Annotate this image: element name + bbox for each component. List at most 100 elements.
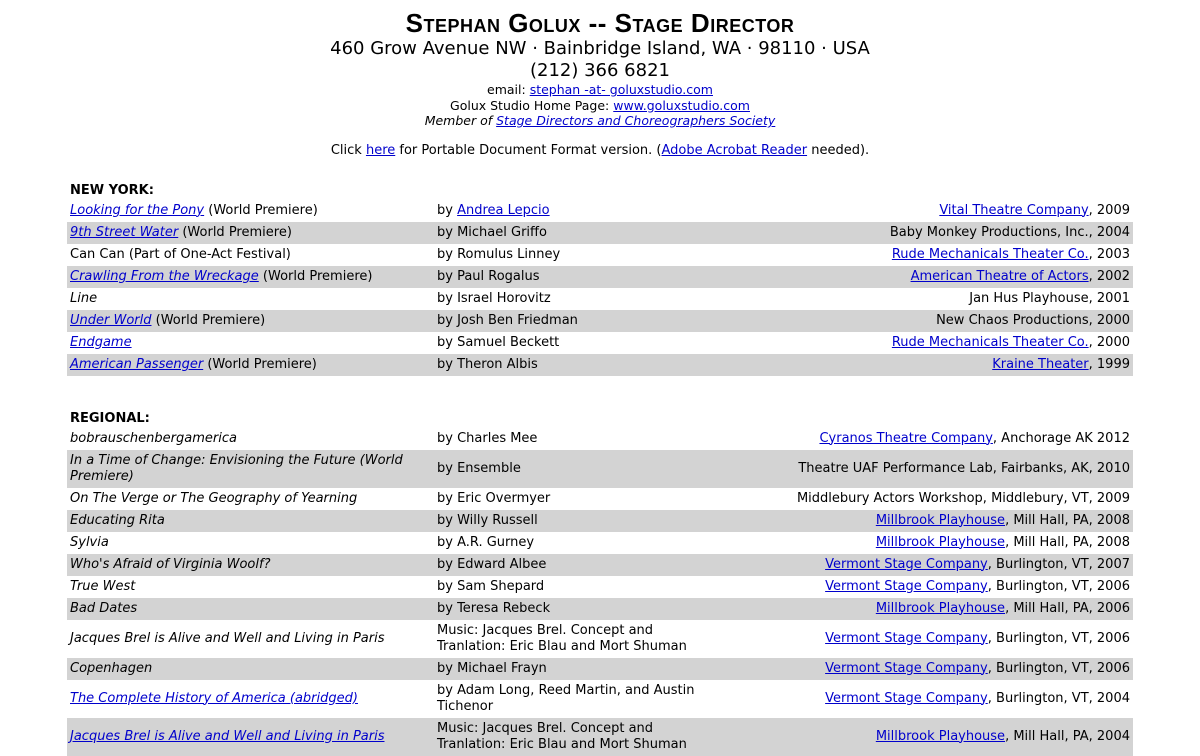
venue-link[interactable]: American Theatre of Actors <box>911 269 1089 284</box>
venue-suffix: , Mill Hall, PA, 2008 <box>1005 512 1130 528</box>
venue-cell: Vital Theatre Company, 2009 <box>720 199 1133 222</box>
table-row: On The Verge or The Geography of Yearnin… <box>67 487 1133 510</box>
author-text: by Sam Shepard <box>437 578 545 594</box>
play-title: Sylvia <box>70 534 109 550</box>
author-text: by Paul Rogalus <box>437 268 540 284</box>
table-row: Line by Israel Horovitz Jan Hus Playhouse,… <box>67 287 1133 310</box>
play-note: (Part of One-Act Festival) <box>128 246 291 262</box>
author-cell: by Teresa Rebeck <box>434 597 720 620</box>
venue-suffix: , Burlington, VT, 2006 <box>987 578 1130 594</box>
author-text: Music: Jacques Brel. Concept and Tranlat… <box>437 720 687 752</box>
venue-cell: Kraine Theater, 1999 <box>720 353 1133 376</box>
play-cell: American Passenger (World Premiere) <box>67 353 434 376</box>
venue-link[interactable]: Rude Mechanicals Theater Co. <box>892 335 1089 350</box>
venue-cell: Vermont Stage Company, Burlington, VT, 2… <box>720 619 1133 658</box>
pdf-link[interactable]: here <box>366 143 395 158</box>
play-link[interactable]: Crawling From the Wreckage <box>70 269 259 284</box>
author-cell: by Andrea Lepcio <box>434 199 720 222</box>
venue-cell: Jan Hus Playhouse, 2001 <box>720 287 1133 310</box>
author-text: by <box>437 202 453 218</box>
production-sections: NEW YORK: Looking for the Pony (World Pre… <box>0 183 1200 756</box>
email-label: email: <box>487 82 526 97</box>
member-link[interactable]: Stage Directors and Choreographers Socie… <box>496 113 775 128</box>
author-cell: by Willy Russell <box>434 509 720 532</box>
table-row: Bad Dates by Teresa Rebeck Millbrook Playh… <box>67 597 1133 620</box>
play-cell: Jacques Brel is Alive and Well and Livin… <box>67 717 434 756</box>
venue-suffix: , Mill Hall, PA, 2008 <box>1005 534 1130 550</box>
table-row: Under World (World Premiere) by Josh Ben … <box>67 309 1133 332</box>
play-link[interactable]: Jacques Brel is Alive and Well and Livin… <box>70 729 385 744</box>
play-link[interactable]: Looking for the Pony <box>70 203 204 218</box>
email-line: email: stephan -at- goluxstudio.com <box>0 82 1200 98</box>
section-regional: REGIONAL: bobrauschenbergamerica by Charle… <box>67 411 1133 756</box>
venue-cell: Vermont Stage Company, Burlington, VT, 2… <box>720 679 1133 718</box>
table-row: Crawling From the Wreckage (World Premie… <box>67 265 1133 288</box>
venue-link[interactable]: Rude Mechanicals Theater Co. <box>892 247 1089 262</box>
table-row: Educating Rita by Willy Russell Millbrook … <box>67 509 1133 532</box>
play-note: (World Premiere) <box>182 224 292 240</box>
play-note: (World Premiere) <box>262 268 373 284</box>
play-cell: Jacques Brel is Alive and Well and Livin… <box>67 619 434 658</box>
author-text: by Teresa Rebeck <box>437 600 551 616</box>
venue-link[interactable]: Millbrook Playhouse <box>876 601 1005 616</box>
section-title: NEW YORK: <box>70 182 154 198</box>
author-cell: by Ensemble <box>434 449 720 488</box>
venue-link[interactable]: Vital Theatre Company <box>939 203 1088 218</box>
author-cell: by Michael Frayn <box>434 657 720 680</box>
play-link[interactable]: American Passenger <box>70 357 203 372</box>
author-cell: by Eric Overmyer <box>434 487 720 510</box>
email-link[interactable]: stephan -at- goluxstudio.com <box>530 82 713 97</box>
author-link[interactable]: Andrea Lepcio <box>457 203 550 218</box>
play-title: True West <box>70 578 136 594</box>
pdf-middle: for Portable Document Format version. ( <box>399 142 662 158</box>
play-cell: Bad Dates <box>67 597 434 620</box>
table-row: The Complete History of America (abridge… <box>67 679 1133 718</box>
venue-link[interactable]: Cyranos Theatre Company <box>819 431 992 446</box>
table-row: 9th Street Water (World Premiere) by Mich… <box>67 221 1133 244</box>
venue-link[interactable]: Vermont Stage Company <box>825 661 988 676</box>
venue-link[interactable]: Vermont Stage Company <box>825 557 988 572</box>
table-row: Endgame by Samuel Beckett Rude Mechanicals… <box>67 331 1133 354</box>
venue-link[interactable]: Vermont Stage Company <box>825 579 988 594</box>
productions-table: bobrauschenbergamerica by Charles Mee Cyra… <box>67 427 1133 756</box>
author-cell: Music: Jacques Brel. Concept and Tranlat… <box>434 619 720 658</box>
play-title: Copenhagen <box>70 660 153 676</box>
author-text: by Theron Albis <box>437 356 538 372</box>
table-row: In a Time of Change: Envisioning the Fut… <box>67 449 1133 488</box>
venue-link[interactable]: Millbrook Playhouse <box>876 513 1005 528</box>
play-note: (World Premiere) <box>208 202 318 218</box>
play-cell: Endgame <box>67 331 434 354</box>
author-text: by Israel Horovitz <box>437 290 551 306</box>
play-title: Line <box>70 290 98 306</box>
acrobat-link[interactable]: Adobe Acrobat Reader <box>662 143 808 158</box>
venue-suffix: , Burlington, VT, 2004 <box>987 690 1130 706</box>
venue-link[interactable]: Kraine Theater <box>992 357 1088 372</box>
venue-cell: Millbrook Playhouse, Mill Hall, PA, 2008 <box>720 531 1133 554</box>
play-link[interactable]: The Complete History of America (abridge… <box>70 691 358 706</box>
venue-text: New Chaos Productions, 2000 <box>936 312 1130 328</box>
play-cell: True West <box>67 575 434 598</box>
homepage-link[interactable]: www.goluxstudio.com <box>613 98 750 113</box>
author-cell: by A.R. Gurney <box>434 531 720 554</box>
member-line: Member of Stage Directors and Choreograp… <box>0 113 1200 129</box>
author-text: by Adam Long, Reed Martin, and Austin Ti… <box>437 682 695 714</box>
pdf-prefix: Click <box>330 142 362 158</box>
play-title: Bad Dates <box>70 600 138 616</box>
venue-suffix: , Mill Hall, PA, 2004 <box>1005 728 1130 744</box>
play-title: Jacques Brel is Alive and Well and Livin… <box>70 630 385 646</box>
venue-cell: New Chaos Productions, 2000 <box>720 309 1133 332</box>
play-link[interactable]: Under World <box>70 313 152 328</box>
venue-suffix: , 2000 <box>1088 334 1130 350</box>
play-title: In a Time of Change: Envisioning the Fut… <box>70 452 403 484</box>
play-link[interactable]: Endgame <box>70 335 132 350</box>
venue-suffix: , 1999 <box>1088 356 1130 372</box>
venue-suffix: , Burlington, VT, 2006 <box>987 630 1130 646</box>
venue-link[interactable]: Millbrook Playhouse <box>876 729 1005 744</box>
venue-link[interactable]: Millbrook Playhouse <box>876 535 1005 550</box>
venue-link[interactable]: Vermont Stage Company <box>825 631 988 646</box>
play-link[interactable]: 9th Street Water <box>70 225 178 240</box>
play-cell: On The Verge or The Geography of Yearnin… <box>67 487 434 510</box>
author-text: by Samuel Beckett <box>437 334 560 350</box>
author-text: by Willy Russell <box>437 512 538 528</box>
venue-link[interactable]: Vermont Stage Company <box>825 691 988 706</box>
